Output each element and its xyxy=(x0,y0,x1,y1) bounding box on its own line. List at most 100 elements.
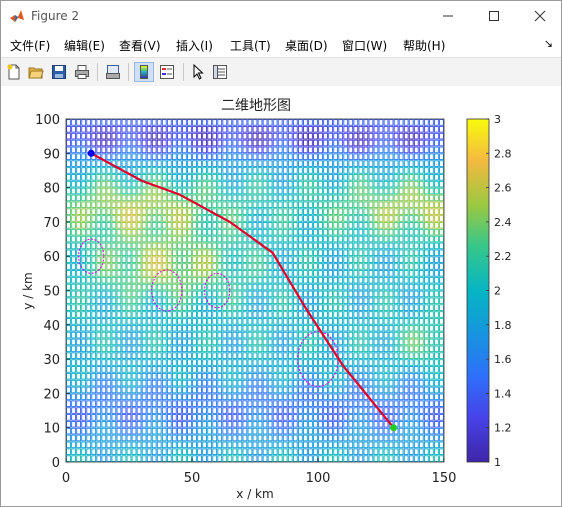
mesh-cell xyxy=(303,194,308,202)
mesh-cell xyxy=(323,434,328,442)
mesh-cell xyxy=(318,400,323,407)
property-inspector-button[interactable] xyxy=(210,62,230,82)
mesh-cell xyxy=(423,427,429,435)
print-preview-button[interactable] xyxy=(103,62,123,82)
mesh-cell xyxy=(252,180,258,188)
mesh-cell xyxy=(408,434,414,442)
mesh-cell xyxy=(368,441,374,449)
menu-overflow-icon[interactable]: ↘ xyxy=(544,37,553,50)
mesh-cell xyxy=(237,146,243,154)
mesh-cell xyxy=(353,276,359,284)
mesh-cell xyxy=(101,139,107,147)
mesh-cell xyxy=(413,345,419,353)
mesh-cell xyxy=(333,208,339,215)
colorbar[interactable] xyxy=(466,118,490,463)
mesh-cell xyxy=(66,222,71,229)
mesh-cell xyxy=(343,256,349,263)
menu-window[interactable]: 窗口(W) xyxy=(342,37,387,54)
mesh-cell xyxy=(373,146,379,154)
mesh-cell xyxy=(343,215,349,222)
mesh-cell xyxy=(247,249,253,257)
menu-file[interactable]: 文件(F) xyxy=(10,37,50,54)
mesh-cell xyxy=(121,290,127,298)
mesh-cell xyxy=(227,249,233,257)
mesh-cell xyxy=(363,434,369,442)
mesh-cell xyxy=(413,249,419,257)
mesh-cell xyxy=(232,160,238,167)
new-figure-button[interactable] xyxy=(4,62,24,82)
mesh-cell xyxy=(297,318,303,325)
mesh-cell xyxy=(146,215,152,222)
mesh-cell xyxy=(232,352,238,359)
title-bar[interactable]: Figure 2 xyxy=(1,1,561,31)
mesh-cell xyxy=(177,132,182,140)
mesh-cell xyxy=(171,297,177,305)
mesh-cell xyxy=(313,235,318,243)
mesh-cell xyxy=(303,359,308,366)
mesh-cell xyxy=(423,201,429,209)
mesh-cell xyxy=(161,126,167,133)
mesh-cell xyxy=(368,311,374,318)
mesh-cell xyxy=(333,126,339,133)
mesh-cell xyxy=(242,290,248,298)
mesh-cell xyxy=(146,194,152,202)
mesh-cell xyxy=(272,174,278,181)
mesh-cell xyxy=(177,331,182,339)
mesh-cell xyxy=(393,372,399,380)
mesh-cell xyxy=(96,414,102,421)
print-button[interactable] xyxy=(72,62,92,82)
mesh-cell xyxy=(318,345,323,353)
mesh-cell xyxy=(348,263,354,270)
menu-view[interactable]: 查看(V) xyxy=(119,37,161,54)
mesh-cell xyxy=(398,420,404,428)
mesh-cell xyxy=(121,372,127,380)
mesh-cell xyxy=(151,167,157,174)
mesh-cell xyxy=(111,379,117,387)
mesh-cell xyxy=(343,119,349,126)
mesh-cell xyxy=(247,441,253,449)
mesh-cell xyxy=(363,366,369,373)
menu-edit[interactable]: 编辑(E) xyxy=(64,37,105,54)
minimize-button[interactable] xyxy=(425,1,471,31)
mesh-cell xyxy=(292,455,298,462)
mesh-cell xyxy=(267,441,273,449)
mesh-cell xyxy=(101,201,107,209)
mesh-cell xyxy=(363,270,369,277)
mesh-cell xyxy=(222,448,228,455)
open-file-button[interactable] xyxy=(26,62,46,82)
colorbar-button[interactable] xyxy=(134,62,154,82)
menu-help[interactable]: 帮助(H) xyxy=(403,37,445,54)
menu-desktop[interactable]: 桌面(D) xyxy=(285,37,328,54)
mesh-cell xyxy=(358,304,364,311)
mesh-cell xyxy=(71,331,76,339)
mesh-cell xyxy=(373,132,379,140)
mesh-cell xyxy=(272,235,278,243)
maximize-button[interactable] xyxy=(471,1,517,31)
mesh-cell xyxy=(197,215,202,222)
mesh-cell xyxy=(232,194,238,202)
mesh-cell xyxy=(393,338,399,346)
mesh-cell xyxy=(166,146,172,154)
mesh-cell xyxy=(408,441,414,449)
print-icon xyxy=(75,65,89,79)
pointer-button[interactable] xyxy=(188,62,208,82)
mesh-cell xyxy=(66,215,71,222)
menu-insert[interactable]: 插入(I) xyxy=(176,37,213,54)
mesh-cell xyxy=(171,359,177,366)
mesh-cell xyxy=(146,139,152,147)
legend-button[interactable] xyxy=(157,62,177,82)
mesh-cell xyxy=(313,249,318,257)
mesh-cell xyxy=(267,276,273,284)
mesh-cell xyxy=(126,345,132,353)
mesh-cell xyxy=(403,119,409,126)
mesh-cell xyxy=(237,420,243,428)
menu-tools[interactable]: 工具(T) xyxy=(230,37,271,54)
mesh-cell xyxy=(71,263,76,270)
mesh-cell xyxy=(171,318,177,325)
mesh-cell xyxy=(192,180,197,188)
mesh-cell xyxy=(111,455,117,462)
mesh-cell xyxy=(156,372,162,380)
close-button[interactable] xyxy=(517,1,561,31)
save-button[interactable] xyxy=(49,62,69,82)
mesh-cell xyxy=(76,400,81,407)
